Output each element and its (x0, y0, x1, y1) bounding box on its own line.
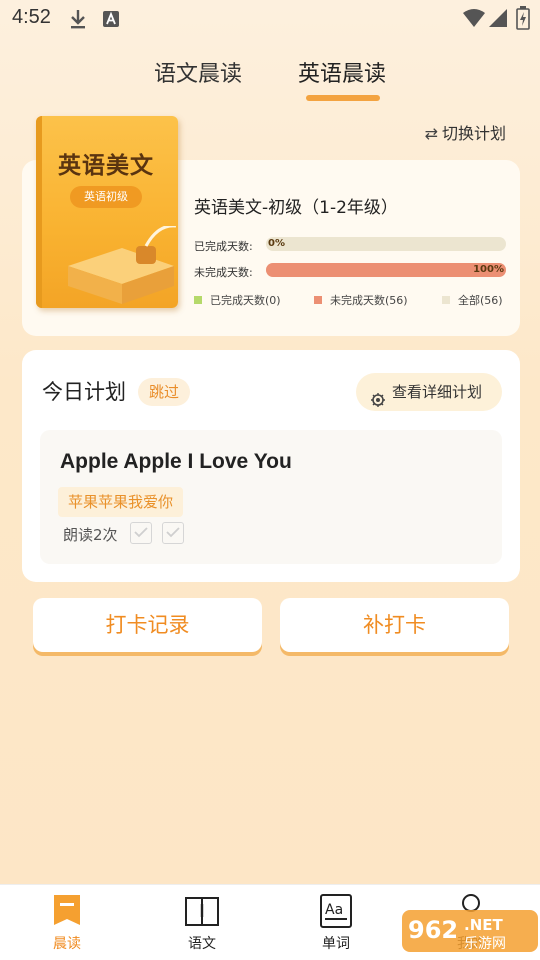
font-a-icon (102, 10, 120, 32)
legend-completed: 已完成天数(0) (194, 292, 281, 308)
sentence-chinese: 苹果苹果我爱你 (58, 487, 184, 517)
gear-icon (370, 384, 386, 422)
nav-item-morning-reading[interactable]: 晨读 (22, 885, 112, 960)
check-icon (166, 527, 180, 538)
status-bar: 4:52 (0, 0, 540, 36)
status-time: 4:52 (12, 6, 51, 28)
nav-item-words[interactable]: Aa 单词 (291, 885, 381, 960)
sentence-english: Apple Apple I Love You (60, 450, 292, 473)
tab-chinese-reading[interactable]: 语文晨读 (154, 56, 242, 88)
today-plan-title: 今日计划 (42, 380, 126, 404)
remaining-progress-bar: 100% (266, 263, 506, 277)
book-cover-illustration (68, 226, 176, 304)
watermark-logo: 962 .NET 乐游网 (402, 908, 540, 954)
tab-english-reading[interactable]: 英语晨读 (298, 56, 386, 88)
top-tabs: 语文晨读 英语晨读 (0, 52, 540, 102)
open-book-icon (184, 893, 220, 933)
active-tab-indicator (306, 95, 380, 101)
bookmark-icon (49, 893, 85, 933)
download-icon (68, 8, 88, 34)
skip-button[interactable]: 跳过 (138, 378, 190, 406)
makeup-checkin-button[interactable]: 补打卡 (280, 598, 509, 652)
nav-item-chinese[interactable]: 语文 (157, 885, 247, 960)
nav-label: 晨读 (53, 936, 81, 952)
remaining-percent: 100% (473, 264, 504, 275)
legend-total: 全部(56) (442, 292, 503, 308)
wifi-icon (462, 8, 486, 32)
svg-text:962: 962 (408, 916, 458, 944)
legend-label: 未完成天数(56) (330, 294, 408, 307)
check-icon (134, 527, 148, 538)
legend-label: 全部(56) (458, 294, 503, 307)
book-cover-level: 英语初级 (70, 186, 142, 208)
read-checkbox-2[interactable] (162, 522, 184, 544)
book-cover-title: 英语美文 (58, 153, 154, 179)
svg-text:乐游网: 乐游网 (464, 936, 506, 952)
signal-icon (488, 8, 508, 32)
legend-remaining: 未完成天数(56) (314, 292, 408, 308)
view-detail-plan-button[interactable]: 查看详细计划 (356, 373, 502, 411)
checkin-record-button[interactable]: 打卡记录 (33, 598, 262, 652)
svg-text:Aa: Aa (325, 902, 343, 918)
svg-text:.NET: .NET (464, 916, 503, 934)
remaining-label: 未完成天数: (194, 266, 253, 279)
legend-swatch (314, 296, 322, 304)
completed-percent: 0% (268, 238, 285, 249)
legend-label: 已完成天数(0) (210, 294, 281, 307)
view-detail-plan-label: 查看详细计划 (392, 383, 483, 401)
book-spine (36, 116, 42, 308)
dictionary-icon: Aa (318, 893, 354, 933)
read-count-label: 朗读2次 (63, 526, 118, 544)
switch-plan-button[interactable]: ⇄ 切换计划 (425, 120, 506, 144)
swap-arrows-icon: ⇄ (424, 124, 438, 143)
read-checkbox-1[interactable] (130, 522, 152, 544)
battery-icon (516, 6, 530, 34)
remaining-progress-fill (266, 263, 506, 277)
nav-label: 语文 (188, 936, 216, 952)
nav-label: 单词 (322, 936, 350, 952)
legend-swatch (442, 296, 450, 304)
legend-swatch (194, 296, 202, 304)
completed-label: 已完成天数: (194, 240, 253, 253)
plan-name: 英语美文-初级（1-2年级） (194, 198, 398, 218)
switch-plan-label: 切换计划 (441, 124, 506, 143)
book-cover[interactable]: 英语美文 英语初级 (36, 116, 178, 308)
completed-progress-bar: 0% (266, 237, 506, 251)
